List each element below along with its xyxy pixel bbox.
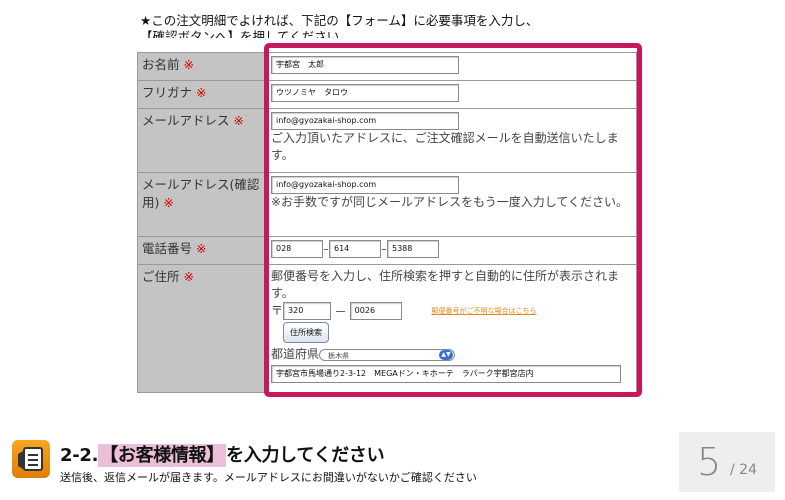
step-subtitle: 送信後、返信メールが届きます。メールアドレスにお間違いがないかご確認ください	[60, 471, 477, 484]
zip-input-2[interactable]: 0026	[349, 302, 402, 320]
address-search-button[interactable]: 住所検索	[283, 322, 329, 343]
notebook-icon	[12, 440, 50, 478]
zip-input-1[interactable]: 320	[283, 302, 332, 320]
required-mark: ※	[196, 85, 207, 100]
address-cell: 郵便番号を入力し、住所検索を押すと自動的に住所が表示されます。 〒 320 002…	[266, 264, 637, 393]
instruction-text: ★この注文明細でよければ、下記の【フォーム】に必要事項を入力し、 【確認ボタンへ…	[140, 13, 660, 38]
customer-form: お名前 ※ 宇都宮 太郎 フリガナ ※ ウツノミヤ タロウ メールアドレス ※ …	[137, 52, 637, 393]
instruction-line-2: 【確認ボタンへ】を押してください。	[140, 29, 352, 38]
page-total: / 24	[730, 462, 757, 478]
phone-input-1[interactable]: 028	[271, 240, 323, 258]
required-mark: ※	[196, 241, 207, 256]
email-cell: info@gyozakai-shop.com ご入力頂いたアドレスに、ご注文確認…	[266, 108, 637, 173]
address-note: 郵便番号を入力し、住所検索を押すと自動的に住所が表示されます。	[271, 269, 620, 300]
phone-input-2[interactable]: 614	[329, 240, 381, 258]
postal-mark: 〒	[271, 303, 284, 318]
email-confirm-note: ※お手数ですが同じメールアドレスをもう一度入力してください。	[271, 195, 628, 209]
furigana-input[interactable]: ウツノミヤ タロウ	[271, 84, 459, 102]
furigana-cell: ウツノミヤ タロウ	[266, 80, 637, 109]
email-input[interactable]: info@gyozakai-shop.com	[271, 112, 459, 130]
page-current: 5	[697, 440, 722, 484]
phone-cell: 028 614 5388	[266, 236, 637, 265]
name-label: お名前 ※	[137, 52, 267, 81]
prefecture-row: 都道府県 栃木県 ▲▼	[271, 346, 632, 363]
step-title-highlight: 【お客様情報】	[98, 444, 227, 467]
phone-dash	[382, 248, 386, 250]
step-number: 2-2.	[60, 445, 99, 466]
zip-row: 〒 320 0026 郵便番号がご不明な場合はこちら	[271, 302, 632, 320]
step-title: 2-2. 【お客様情報】 を入力してください	[60, 441, 385, 467]
prefecture-select[interactable]: 栃木県 ▲▼	[319, 348, 456, 361]
name-cell: 宇都宮 太郎	[266, 52, 637, 81]
prefecture-label: 都道府県	[271, 347, 320, 361]
instruction-line-1: ★この注文明細でよければ、下記の【フォーム】に必要事項を入力し、	[140, 13, 539, 28]
step-title-rest: を入力してください	[226, 445, 385, 466]
required-mark: ※	[183, 269, 194, 284]
select-arrows-icon: ▲▼	[439, 349, 454, 360]
furigana-label: フリガナ ※	[137, 80, 267, 109]
required-mark: ※	[163, 195, 174, 210]
email-confirm-cell: info@gyozakai-shop.com ※お手数ですが同じメールアドレスを…	[266, 172, 637, 237]
required-mark: ※	[233, 113, 244, 128]
prefecture-value: 栃木県	[328, 351, 350, 360]
email-label: メールアドレス ※	[137, 108, 267, 173]
zip-help-link[interactable]: 郵便番号がご不明な場合はこちら	[432, 307, 537, 315]
phone-dash	[324, 248, 328, 250]
email-confirm-input[interactable]: info@gyozakai-shop.com	[271, 176, 459, 194]
phone-input-3[interactable]: 5388	[387, 240, 439, 258]
email-note: ご入力頂いたアドレスに、ご注文確認メールを自動送信いたします。	[271, 131, 619, 162]
email-confirm-label: メールアドレス(確認用) ※	[137, 172, 267, 237]
page-indicator	[679, 432, 775, 492]
required-mark: ※	[183, 57, 194, 72]
address-label: ご住所 ※	[137, 264, 267, 393]
street-input[interactable]: 宇都宮市馬場通り2-3-12 MEGAドン・キホーテ ラパーク宇都宮店内	[271, 365, 621, 383]
name-input[interactable]: 宇都宮 太郎	[271, 56, 459, 74]
zip-dash	[335, 310, 345, 312]
phone-label: 電話番号 ※	[137, 236, 267, 265]
